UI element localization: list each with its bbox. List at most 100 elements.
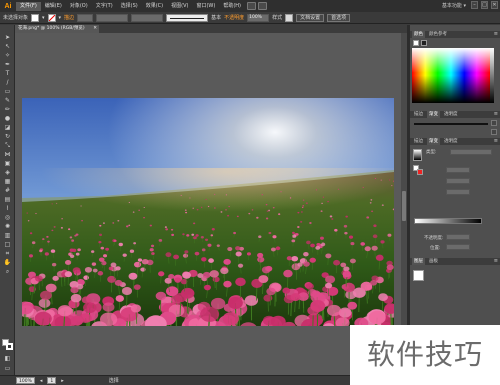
stroke-label[interactable]: 描边	[64, 14, 74, 21]
direct-selection-tool-icon[interactable]: ↖	[3, 43, 12, 50]
menu-select[interactable]: 选择(S)	[117, 2, 142, 11]
graphic-style-swatch[interactable]	[285, 13, 294, 22]
zoom-tool-icon[interactable]: ⌕	[3, 268, 12, 275]
layer-thumbnail[interactable]	[413, 270, 424, 281]
panel-menu-icon[interactable]: ≡	[494, 111, 498, 118]
stroke-weight-field[interactable]	[77, 13, 94, 22]
fill-swatch[interactable]	[31, 13, 40, 22]
free-transform-tool-icon[interactable]: ▣	[3, 160, 12, 167]
tab-gradient[interactable]: 渐变	[427, 111, 440, 118]
panel-menu-icon[interactable]: ≡	[494, 258, 498, 265]
variable-width-field[interactable]	[96, 13, 129, 22]
document-tab[interactable]: 花海.png* @ 100% (RGB/预览) ✕	[15, 25, 99, 33]
menu-window[interactable]: 窗口(W)	[192, 2, 219, 11]
rectangle-tool-icon[interactable]: ▭	[3, 88, 12, 95]
menu-file[interactable]: 文件(F)	[16, 1, 41, 11]
document-setup-button[interactable]: 文档设置	[296, 13, 325, 22]
tab-color-guide[interactable]: 颜色参考	[427, 31, 449, 38]
drawing-mode-icon[interactable]: ◧	[3, 355, 12, 362]
brush-definition-field[interactable]	[131, 13, 164, 22]
color-spectrum[interactable]	[412, 48, 490, 103]
selection-tool-icon[interactable]: ➤	[3, 34, 12, 41]
type-tool-icon[interactable]: T	[3, 70, 12, 77]
rotate-tool-icon[interactable]: ↻	[3, 133, 12, 140]
menu-view[interactable]: 视图(V)	[167, 2, 192, 11]
column-graph-tool-icon[interactable]: ▥	[3, 232, 12, 239]
menu-object[interactable]: 对象(O)	[66, 2, 92, 11]
pencil-tool-icon[interactable]: ✏	[3, 106, 12, 113]
gradient-angle-field[interactable]	[446, 167, 470, 173]
tab-stroke[interactable]: 描边	[412, 111, 425, 118]
pen-tool-icon[interactable]: ✒	[3, 61, 12, 68]
close-document-icon[interactable]: ✕	[93, 25, 97, 33]
tab-gradient-2[interactable]: 渐变	[427, 138, 440, 145]
zoom-field[interactable]: 100%	[16, 377, 35, 384]
perspective-grid-tool-icon[interactable]: ▦	[3, 178, 12, 185]
eraser-tool-icon[interactable]: ◪	[3, 124, 12, 131]
menu-effect[interactable]: 效果(C)	[142, 2, 167, 11]
artboard-number-field[interactable]: 1	[47, 377, 57, 384]
tab-transparency[interactable]: 透明度	[442, 111, 460, 118]
tab-stroke-2[interactable]: 描边	[412, 138, 425, 145]
vertical-scroll-thumb[interactable]	[402, 191, 406, 221]
paintbrush-tool-icon[interactable]: ✎	[3, 97, 12, 104]
gradient-stroke-swatch[interactable]	[417, 169, 423, 175]
brush-stroke-preview[interactable]	[414, 123, 488, 125]
workspace-switcher[interactable]: 基本功能 ▾	[442, 2, 466, 9]
chevron-down-icon[interactable]: ▾	[42, 15, 45, 21]
brush-library-icon[interactable]	[491, 120, 497, 126]
slice-tool-icon[interactable]: ⌗	[3, 250, 12, 257]
maximize-icon[interactable]: □	[481, 1, 488, 9]
menu-edit[interactable]: 编辑(E)	[41, 2, 66, 11]
line-tool-icon[interactable]: /	[3, 79, 12, 86]
tab-layers[interactable]: 图层	[412, 258, 425, 265]
gradient-extra-field[interactable]	[446, 189, 470, 195]
preferences-button[interactable]: 首选项	[327, 13, 351, 22]
scale-tool-icon[interactable]: ⤡	[3, 142, 12, 149]
symbol-sprayer-tool-icon[interactable]: ✺	[3, 223, 12, 230]
blob-brush-tool-icon[interactable]: ●	[3, 115, 12, 122]
stroke-color-box[interactable]	[6, 343, 13, 350]
gradient-type-select[interactable]	[450, 149, 492, 155]
blend-tool-icon[interactable]: ◎	[3, 214, 12, 221]
gradient-slider[interactable]	[414, 218, 482, 224]
width-tool-icon[interactable]: ⋈	[3, 151, 12, 158]
close-icon[interactable]: ✕	[491, 1, 498, 9]
stroke-profile-preview[interactable]	[166, 13, 209, 22]
shape-builder-tool-icon[interactable]: ◈	[3, 169, 12, 176]
tab-transparency-2[interactable]: 透明度	[442, 138, 460, 145]
menu-help[interactable]: 帮助(H)	[219, 2, 245, 11]
brush-options-icon[interactable]	[491, 129, 497, 135]
prev-artboard-icon[interactable]: ◂	[40, 378, 43, 384]
panel-menu-icon[interactable]: ≡	[494, 138, 498, 145]
arrange-documents-icon[interactable]	[258, 2, 267, 10]
stroke-swatch[interactable]	[47, 13, 56, 22]
gradient-opacity-field[interactable]	[446, 234, 470, 240]
hand-tool-icon[interactable]: ✋	[3, 259, 12, 266]
gradient-aspect-field[interactable]	[446, 178, 470, 184]
opacity-field[interactable]: 100%	[247, 13, 270, 22]
magic-wand-tool-icon[interactable]: ✧	[3, 52, 12, 59]
poppy-field-image[interactable]	[22, 98, 394, 326]
gradient-tool-icon[interactable]: ▤	[3, 196, 12, 203]
menu-type[interactable]: 文字(T)	[92, 2, 117, 11]
opacity-label[interactable]: 不透明度	[224, 14, 244, 21]
screen-mode-icon[interactable]: ▭	[3, 365, 12, 372]
mesh-tool-icon[interactable]: #	[3, 187, 12, 194]
gradient-thumbnail[interactable]	[413, 149, 422, 161]
poppy-flower	[369, 202, 372, 204]
color-fill-swatch[interactable]	[413, 40, 419, 46]
panel-menu-icon[interactable]: ≡	[494, 31, 498, 38]
tab-artboards[interactable]: 画板	[427, 258, 440, 265]
artboard-tool-icon[interactable]: □	[3, 241, 12, 248]
gradient-location-field[interactable]	[446, 244, 470, 250]
color-stroke-swatch[interactable]	[421, 40, 427, 46]
bridge-icon[interactable]	[247, 2, 256, 10]
grayscale-ramp[interactable]	[490, 48, 494, 103]
chevron-down-icon[interactable]: ▾	[59, 15, 62, 21]
basic-style-label[interactable]: 基本	[211, 14, 221, 21]
next-artboard-icon[interactable]: ▸	[61, 378, 64, 384]
tab-color[interactable]: 颜色	[412, 31, 425, 38]
minimize-icon[interactable]: –	[471, 1, 478, 9]
eyedropper-tool-icon[interactable]: ⌇	[3, 205, 12, 212]
